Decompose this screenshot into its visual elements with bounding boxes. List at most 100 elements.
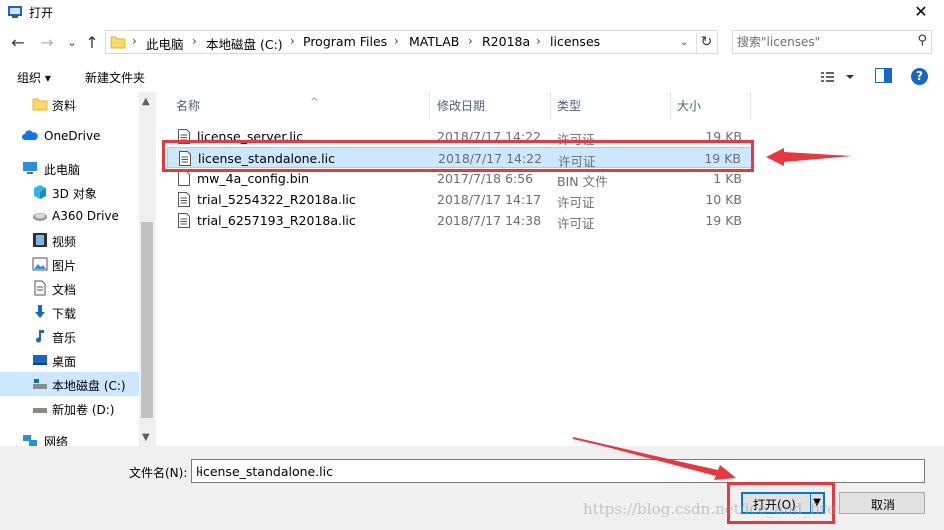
document-icon (34, 280, 46, 296)
file-date: 2018/7/17 14:17 (437, 192, 542, 207)
sidebar-item-downloads[interactable]: 下载 (0, 300, 140, 324)
navigation-pane: 资料 OneDrive 此电脑 3D 对象 A360 Drive 视频 图片 文… (0, 92, 156, 446)
breadcrumb-separator-icon: › (468, 34, 473, 48)
file-size: 1 KB (713, 171, 742, 186)
computer-icon (23, 162, 37, 174)
file-document-icon (178, 213, 190, 228)
sidebar-item-label: 桌面 (52, 355, 77, 369)
close-button[interactable]: ✕ (898, 0, 944, 26)
folder-icon (32, 98, 48, 111)
file-date: 2018/7/17 14:38 (437, 213, 542, 228)
filename-input[interactable]: license_standalone.lic ⌄ (191, 459, 925, 483)
forward-button[interactable]: → (37, 33, 57, 53)
breadcrumb-item[interactable]: Program Files (303, 34, 387, 49)
cancel-button-label: 取消 (871, 498, 896, 512)
sidebar-item-label: 网络 (44, 435, 69, 446)
sidebar-item-label: 此电脑 (44, 163, 81, 177)
sidebar-item-label: 本地磁盘 (C:) (52, 379, 126, 393)
breadcrumb-separator-icon: › (132, 34, 137, 48)
sidebar-item-new-volume-d[interactable]: 新加卷 (D:) (0, 396, 140, 420)
file-row[interactable]: trial_5254322_R2018a.lic 2018/7/17 14:17… (167, 189, 752, 210)
breadcrumb-separator-icon: › (290, 34, 295, 48)
search-box[interactable]: ⚲ (732, 30, 932, 54)
column-header-date[interactable]: 修改日期 (431, 92, 551, 120)
sidebar-item-label: 图片 (52, 259, 77, 273)
view-options-icon[interactable] (820, 68, 856, 86)
sidebar-item-a360-drive[interactable]: A360 Drive (0, 204, 140, 228)
sidebar-item-label: 文档 (52, 283, 77, 297)
file-size: 19 KB (705, 213, 742, 228)
sidebar-item-network[interactable]: 网络 (0, 428, 140, 446)
breadcrumb-item[interactable]: 本地磁盘 (C:) (206, 34, 283, 53)
drive-icon (33, 213, 47, 221)
back-button[interactable]: ← (8, 33, 28, 53)
sidebar-item-onedrive[interactable]: OneDrive (0, 124, 140, 148)
sidebar-item-label: 3D 对象 (52, 187, 97, 201)
file-name: trial_5254322_R2018a.lic (197, 192, 356, 207)
column-header-name[interactable]: 名称 ^ (170, 92, 430, 120)
watermark-text: https://blog.csdn.net/ice_and_fire (583, 500, 837, 518)
file-row[interactable]: trial_6257193_R2018a.lic 2018/7/17 14:38… (167, 210, 752, 231)
file-type: 许可证 (557, 195, 595, 210)
file-name: trial_6257193_R2018a.lic (197, 213, 356, 228)
address-bar[interactable]: › 此电脑 › 本地磁盘 (C:) › Program Files › MATL… (105, 30, 718, 54)
breadcrumb-item[interactable]: R2018a (482, 34, 530, 49)
breadcrumb-separator-icon: › (536, 34, 541, 48)
music-icon (36, 330, 44, 343)
column-header-size[interactable]: 大小 (671, 92, 751, 120)
folder-icon (110, 36, 126, 49)
sidebar-item-3d-objects[interactable]: 3D 对象 (0, 180, 140, 204)
sidebar-item-videos[interactable]: 视频 (0, 228, 140, 252)
annotation-highlight-box (162, 140, 754, 172)
file-document-icon (178, 192, 190, 207)
file-date: 2017/7/18 6:56 (437, 171, 534, 186)
cancel-button[interactable]: 取消 (839, 492, 925, 514)
sidebar-item-documents[interactable]: 文档 (0, 276, 140, 300)
help-icon[interactable]: ? (911, 68, 928, 85)
column-header-label: 大小 (677, 99, 702, 113)
sidebar-scrollbar[interactable]: ▲ ▼ (139, 92, 156, 446)
address-dropdown-icon[interactable]: ⌄ (680, 37, 688, 48)
scroll-down-icon[interactable]: ▼ (142, 432, 150, 443)
window-title: 打开 (29, 6, 54, 20)
scroll-up-icon[interactable]: ▲ (142, 96, 150, 107)
recent-locations-button[interactable]: ⌄ (62, 33, 82, 53)
sidebar-item-pictures[interactable]: 图片 (0, 252, 140, 276)
file-blank-icon (178, 171, 190, 186)
breadcrumb-item[interactable]: licenses (550, 34, 600, 49)
up-button[interactable]: ↑ (82, 33, 102, 53)
new-folder-button[interactable]: 新建文件夹 (85, 69, 145, 86)
sort-ascending-icon: ^ (310, 97, 319, 108)
sidebar-item-label: 资料 (52, 99, 77, 113)
breadcrumb-item[interactable]: MATLAB (409, 34, 459, 49)
command-toolbar: 组织 ▾ 新建文件夹 (0, 62, 944, 92)
app-icon (8, 6, 22, 18)
column-header-type[interactable]: 类型 (551, 92, 671, 120)
column-header-label: 修改日期 (437, 99, 486, 113)
disk-icon (33, 379, 47, 389)
sidebar-item-music[interactable]: 音乐 (0, 324, 140, 348)
cube-icon (34, 185, 46, 199)
filename-label: 文件名(N): (129, 466, 188, 480)
organize-menu[interactable]: 组织 ▾ (17, 69, 51, 86)
picture-icon (32, 257, 48, 271)
chevron-down-icon[interactable]: ⌄ (196, 465, 920, 476)
preview-pane-icon[interactable] (875, 68, 892, 83)
file-type: BIN 文件 (557, 174, 608, 189)
sidebar-item-label: 视频 (52, 235, 77, 249)
refresh-icon[interactable]: ↻ (696, 33, 716, 53)
file-size: 10 KB (705, 192, 742, 207)
search-input[interactable] (737, 34, 907, 50)
scrollbar-thumb[interactable] (141, 222, 153, 418)
search-icon[interactable]: ⚲ (917, 33, 927, 48)
sidebar-item-资料[interactable]: 资料 (0, 92, 140, 116)
column-header-label: 名称 (176, 99, 201, 113)
sidebar-item-this-pc[interactable]: 此电脑 (0, 156, 140, 180)
download-icon (35, 305, 45, 318)
navigation-bar: ← → ⌄ ↑ › 此电脑 › 本地磁盘 (C:) › Program File… (0, 28, 944, 58)
sidebar-item-local-disk-c[interactable]: 本地磁盘 (C:) (0, 372, 140, 396)
sidebar-item-desktop[interactable]: 桌面 (0, 348, 140, 372)
breadcrumb-item[interactable]: 此电脑 (146, 34, 184, 53)
desktop-icon (33, 355, 47, 365)
file-type: 许可证 (557, 216, 595, 231)
